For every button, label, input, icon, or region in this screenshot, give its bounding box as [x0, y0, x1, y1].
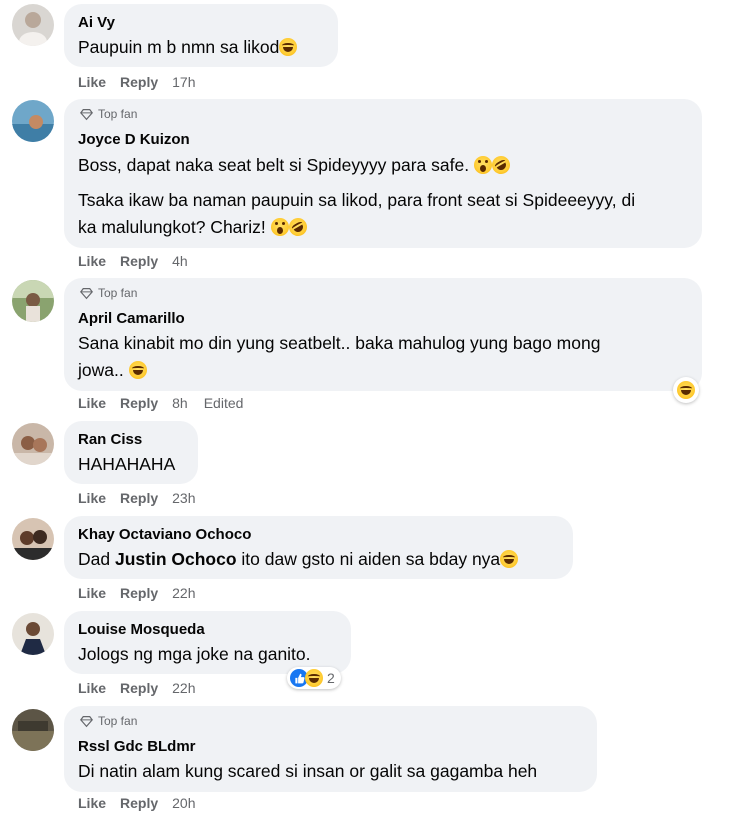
- comment-bubble: Louise Mosqueda Jologs ng mga joke na ga…: [64, 611, 351, 674]
- reply-button[interactable]: Reply: [120, 795, 158, 811]
- laughing-emoji-icon: [128, 361, 147, 379]
- comment-timestamp[interactable]: 20h: [172, 795, 195, 811]
- laughing-emoji-icon: [500, 550, 519, 568]
- avatar[interactable]: [12, 423, 54, 465]
- comment-bubble: Top fan Rssl Gdc BLdmr Di natin alam kun…: [64, 706, 597, 792]
- laughing-emoji-icon: [279, 38, 298, 56]
- reply-button[interactable]: Reply: [120, 585, 158, 601]
- comment-author[interactable]: Rssl Gdc BLdmr: [78, 738, 196, 755]
- avatar[interactable]: [12, 709, 54, 751]
- like-button[interactable]: Like: [78, 74, 106, 90]
- comment-text: Paupuin m b nmn sa likod: [78, 34, 298, 61]
- comment-text: Tsaka ikaw ba naman paupuin sa likod, pa…: [78, 190, 636, 210]
- reply-button[interactable]: Reply: [120, 395, 158, 411]
- comment-author[interactable]: Khay Octaviano Ochoco: [78, 526, 251, 543]
- rolling-laughing-emoji-icon: [285, 214, 310, 240]
- like-button[interactable]: Like: [78, 490, 106, 506]
- surprised-emoji-icon: [270, 218, 289, 236]
- comment-timestamp[interactable]: 22h: [172, 680, 195, 696]
- comment-author[interactable]: Ai Vy: [78, 14, 115, 31]
- comment-author[interactable]: Joyce D Kuizon: [78, 131, 190, 148]
- comment-text: Sana kinabit mo din yung seatbelt.. baka…: [78, 333, 601, 353]
- comment-text: jowa..: [78, 357, 147, 384]
- rolling-laughing-emoji-icon: [488, 152, 514, 178]
- comment-actions: Like Reply 22h: [78, 585, 212, 601]
- like-button[interactable]: Like: [78, 585, 106, 601]
- like-button[interactable]: Like: [78, 795, 106, 811]
- comment-timestamp[interactable]: 17h: [172, 74, 195, 90]
- comment-actions: Like Reply 8h Edited: [78, 395, 243, 411]
- reply-button[interactable]: Reply: [120, 490, 158, 506]
- top-fan-badge: Top fan: [80, 107, 137, 121]
- like-button[interactable]: Like: [78, 680, 106, 696]
- mention-link[interactable]: Justin Ochoco: [115, 549, 237, 569]
- reply-button[interactable]: Reply: [120, 680, 158, 696]
- top-fan-badge: Top fan: [80, 714, 137, 728]
- like-button[interactable]: Like: [78, 253, 106, 269]
- avatar[interactable]: [12, 100, 54, 142]
- diamond-icon: [80, 108, 93, 120]
- diamond-icon: [80, 287, 93, 299]
- comment-bubble: Khay Octaviano Ochoco Dad Justin Ochoco …: [64, 516, 573, 579]
- comment-text: Jologs ng mga joke na ganito.: [78, 644, 311, 664]
- comment-timestamp[interactable]: 8h: [172, 395, 188, 411]
- comment-actions: Like Reply 23h: [78, 490, 212, 506]
- comment-actions: Like Reply 4h: [78, 253, 204, 269]
- reply-button[interactable]: Reply: [120, 74, 158, 90]
- comment-text: HAHAHAHA: [78, 454, 176, 474]
- reaction-count-badge[interactable]: 2: [287, 667, 341, 689]
- comment-text: Boss, dapat naka seat belt si Spideyyyy …: [78, 152, 514, 179]
- avatar[interactable]: [12, 4, 54, 46]
- comment-actions: Like Reply 22h: [78, 680, 212, 696]
- comment-timestamp[interactable]: 23h: [172, 490, 195, 506]
- comment-author[interactable]: Ran Ciss: [78, 431, 142, 448]
- comment-timestamp[interactable]: 4h: [172, 253, 188, 269]
- comment-bubble: Top fan Joyce D Kuizon Boss, dapat naka …: [64, 99, 702, 248]
- reply-button[interactable]: Reply: [120, 253, 158, 269]
- reaction-indicator[interactable]: [673, 377, 699, 403]
- comment-author[interactable]: Louise Mosqueda: [78, 621, 205, 638]
- like-button[interactable]: Like: [78, 395, 106, 411]
- reaction-count: 2: [327, 670, 335, 686]
- edited-label[interactable]: Edited: [204, 395, 244, 411]
- laughing-emoji-icon: [677, 381, 695, 399]
- avatar[interactable]: [12, 613, 54, 655]
- comment-actions: Like Reply 20h: [78, 795, 212, 811]
- laughing-emoji-icon: [305, 669, 323, 687]
- comment-bubble: Ran Ciss HAHAHAHA: [64, 421, 198, 484]
- comment-bubble: Top fan April Camarillo Sana kinabit mo …: [64, 278, 702, 391]
- comment-text: Di natin alam kung scared si insan or ga…: [78, 761, 538, 781]
- comment-actions: Like Reply 17h: [78, 74, 212, 90]
- comment-text: Dad Justin Ochoco ito daw gsto ni aiden …: [78, 546, 519, 573]
- comment-bubble: Ai Vy Paupuin m b nmn sa likod: [64, 4, 338, 67]
- top-fan-badge: Top fan: [80, 286, 137, 300]
- avatar[interactable]: [12, 518, 54, 560]
- comment-timestamp[interactable]: 22h: [172, 585, 195, 601]
- comment-author[interactable]: April Camarillo: [78, 310, 185, 327]
- comment-text: ka malulungkot? Chariz!: [78, 214, 310, 241]
- avatar[interactable]: [12, 280, 54, 322]
- diamond-icon: [80, 715, 93, 727]
- surprised-emoji-icon: [473, 156, 492, 174]
